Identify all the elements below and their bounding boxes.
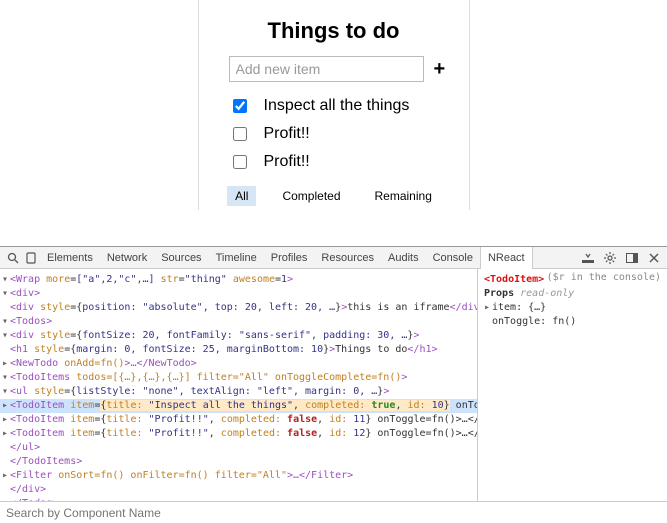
list-item: Inspect all the things [229, 96, 439, 116]
tab-audits[interactable]: Audits [381, 247, 426, 269]
component-tree[interactable]: ▾<Wrap more=["a",2,"c",…] str="thing" aw… [0, 269, 477, 501]
list-item: Profit!! [229, 152, 439, 172]
props-heading: Props [484, 288, 514, 299]
tree-row[interactable]: ▸<TodoItem item={title: "Profit!!", comp… [0, 427, 477, 441]
new-todo-input[interactable] [229, 56, 424, 82]
dock-icon[interactable] [623, 249, 641, 267]
prop-row[interactable]: onToggle: fn() [484, 315, 661, 329]
todo-checkbox[interactable] [233, 127, 247, 141]
close-icon[interactable] [645, 249, 663, 267]
todo-list: Inspect all the things Profit!! Profit!! [229, 96, 439, 172]
page-title: Things to do [229, 18, 439, 44]
gear-icon[interactable] [601, 249, 619, 267]
tab-nreact[interactable]: NReact [480, 247, 533, 269]
filter-all[interactable]: All [227, 186, 256, 206]
todo-checkbox[interactable] [233, 99, 247, 113]
tab-resources[interactable]: Resources [314, 247, 381, 269]
tree-row[interactable]: ▸<TodoItem item={title: "Profit!!", comp… [0, 413, 477, 427]
props-sidebar: ($r in the console) <TodoItem> Props rea… [477, 269, 667, 501]
tree-selected-row[interactable]: ▸<TodoItem item={title: "Inspect all the… [0, 399, 477, 413]
todo-checkbox[interactable] [233, 155, 247, 169]
drawer-icon[interactable] [579, 249, 597, 267]
todo-label: Inspect all the things [264, 97, 410, 115]
tab-timeline[interactable]: Timeline [209, 247, 264, 269]
devtools-tabbar: Elements Network Sources Timeline Profil… [0, 247, 667, 269]
todo-app: Things to do + Inspect all the things Pr… [198, 0, 470, 210]
device-icon[interactable] [22, 249, 40, 267]
filter-row: All Completed Remaining [229, 186, 439, 206]
search-bar [0, 501, 667, 523]
console-hint: ($r in the console) [547, 271, 661, 285]
tab-profiles[interactable]: Profiles [264, 247, 315, 269]
devtools-panel: Elements Network Sources Timeline Profil… [0, 246, 667, 523]
prop-row[interactable]: ▸item: {…} [484, 301, 661, 315]
list-item: Profit!! [229, 124, 439, 144]
add-row: + [229, 56, 439, 82]
readonly-label: read-only [520, 288, 574, 299]
devtools-body: ▾<Wrap more=["a",2,"c",…] str="thing" aw… [0, 269, 667, 501]
filter-remaining[interactable]: Remaining [367, 186, 440, 206]
tab-console[interactable]: Console [426, 247, 480, 269]
tab-sources[interactable]: Sources [154, 247, 208, 269]
app-viewport: Things to do + Inspect all the things Pr… [0, 0, 667, 246]
todo-label: Profit!! [264, 153, 310, 171]
inspect-icon[interactable] [4, 249, 22, 267]
todo-label: Profit!! [264, 125, 310, 143]
filter-completed[interactable]: Completed [274, 186, 348, 206]
search-input[interactable] [4, 505, 663, 521]
add-button[interactable]: + [434, 59, 446, 79]
tab-network[interactable]: Network [100, 247, 154, 269]
tab-elements[interactable]: Elements [40, 247, 100, 269]
